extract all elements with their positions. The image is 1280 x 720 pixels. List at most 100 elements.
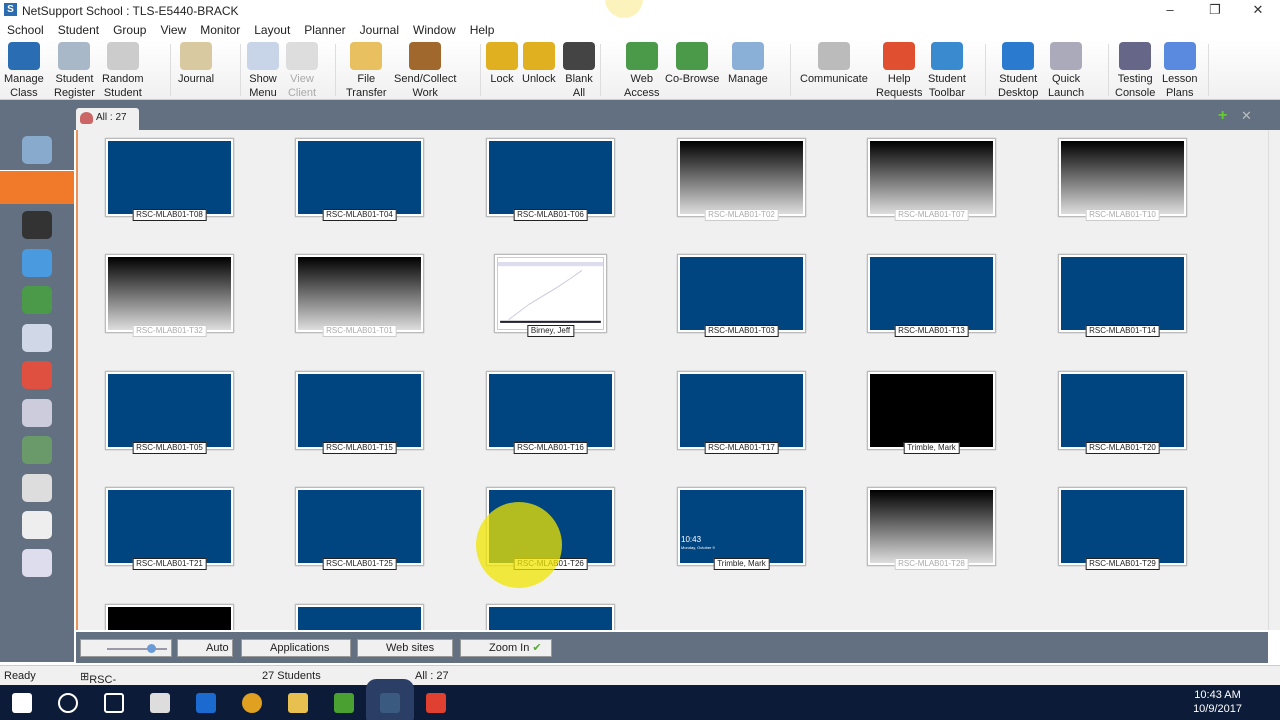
toolbar-co-browse-button[interactable]: Co-Browse [665,42,719,86]
student-thumbnail[interactable]: 10:43 Monday, October 9 Trimble, Mark [677,487,806,570]
auto-button[interactable]: Auto [177,639,233,657]
start-icon[interactable] [12,693,32,713]
student-thumbnail[interactable]: RSC-MLAB01-T14 [1058,254,1187,337]
toolbar-unlock-button[interactable]: Unlock [522,42,556,86]
student-thumbnail[interactable]: RSC-MLAB01-T28 [867,487,996,570]
help-icon[interactable] [22,248,52,277]
toolbar-random-student-button[interactable]: Random Student [102,42,144,100]
toolbar-show-menu-button[interactable]: Show Menu [247,42,279,100]
student-name-label: RSC-MLAB01-T06 [513,209,588,221]
student-thumbnail[interactable]: RSC-MLAB01-T02 [677,138,806,221]
menu-layout[interactable]: Layout [247,21,297,39]
student-thumbnail[interactable]: RSC-MLAB01-T01 [295,254,424,337]
applications-button[interactable]: Applications [241,639,351,657]
zoom-in-button[interactable]: Zoom In ✔ [460,639,552,657]
menu-journal[interactable]: Journal [353,21,406,39]
student-thumbnail[interactable]: Birney, Jeff [494,254,607,337]
toolbar-testing-console-button[interactable]: Testing Console [1115,42,1155,100]
restore-button[interactable]: ❐ [1193,0,1237,20]
add-group-icon[interactable]: + [1218,108,1227,124]
netsupport-icon[interactable] [380,693,400,713]
student-thumbnail[interactable]: RSC-MLAB01-T20 [1058,371,1187,454]
toolbar-send-collect-work-button[interactable]: Send/Collect Work [394,42,456,100]
menu-school[interactable]: School [0,21,51,39]
menu-student[interactable]: Student [51,21,106,39]
toolbar-student-desktop-button[interactable]: Student Desktop [998,42,1038,100]
camtasia-icon[interactable] [334,693,354,713]
student-thumbnail[interactable]: RSC-MLAB01-T04 [295,138,424,221]
student-thumbnail[interactable]: RSC-MLAB01-T29 [1058,487,1187,570]
toolbar-web-access-button[interactable]: Web Access [624,42,659,100]
student-thumbnail[interactable]: RSC-MLAB01-T05 [105,371,234,454]
zoom-slider[interactable] [80,639,172,657]
student-thumbnail[interactable]: RSC-MLAB01-T08 [105,138,234,221]
calculator-icon[interactable] [150,693,170,713]
toolbar-help-requests-button[interactable]: Help Requests [876,42,922,100]
toolbar-lesson-plans-button[interactable]: Lesson Plans [1162,42,1197,100]
student-thumbnail[interactable]: RSC-MLAB01-T06 [486,138,615,221]
student-name-label: RSC-MLAB01-T15 [322,442,397,454]
close-button[interactable]: ✕ [1236,0,1280,20]
toolbar-communicate-button[interactable]: Communicate [800,42,868,86]
student-thumbnail[interactable]: RSC-MLAB01-T21 [105,487,234,570]
chart-icon[interactable] [22,548,52,577]
disc-icon[interactable] [22,473,52,502]
student-thumbnail[interactable] [486,604,615,630]
menu-monitor[interactable]: Monitor [193,21,247,39]
toolbar-quick-launch-button[interactable]: Quick Launch [1048,42,1084,100]
student-thumbnail[interactable]: RSC-MLAB01-T07 [867,138,996,221]
application-icon[interactable] [22,323,52,352]
student-thumbnail[interactable]: RSC-MLAB01-T16 [486,371,615,454]
menu-bar: School Student Group View Monitor Layout Plann… [0,21,501,39]
toolbar-manage-class-button[interactable]: Manage Class [4,42,44,100]
student-thumbnail[interactable]: RSC-MLAB01-T17 [677,371,806,454]
student-thumbnail[interactable]: RSC-MLAB01-T15 [295,371,424,454]
toolbar-student-toolbar-button[interactable]: Student Toolbar [928,42,966,100]
menu-help[interactable]: Help [463,21,502,39]
toolbar-lock-button[interactable]: Lock [486,42,518,86]
status-students: 27 Students [262,670,321,682]
toolbar-view-client-button[interactable]: View Client [286,42,318,100]
home-icon[interactable] [22,136,52,164]
remove-group-icon[interactable]: ✕ [1241,109,1252,123]
toolbar-blank-all-button[interactable]: Blank All [563,42,595,100]
menu-planner[interactable]: Planner [297,21,352,39]
user-icon[interactable] [22,436,52,464]
student-name-label: RSC-MLAB01-T01 [322,325,397,337]
chrome-icon[interactable] [242,693,262,713]
keyboard-icon[interactable] [22,511,52,539]
vertical-scrollbar[interactable] [1268,130,1280,630]
menu-view[interactable]: View [153,21,193,39]
student-thumbnail[interactable]: RSC-MLAB01-T13 [867,254,996,337]
globe-icon[interactable] [22,286,52,314]
task-view-icon[interactable] [104,693,124,713]
toolbar-label: Launch [1048,87,1085,99]
headphones-icon[interactable] [22,211,52,239]
toolbar-student-register-button[interactable]: Student Register [54,42,95,100]
toolbar-file-transfer-button[interactable]: File Transfer [346,42,387,100]
camtasia-recorder-icon[interactable] [426,693,446,713]
student-thumbnail[interactable]: RSC-MLAB01-T10 [1058,138,1187,221]
file-explorer-icon[interactable] [288,693,308,713]
websites-button[interactable]: Web sites [357,639,453,657]
printer-icon[interactable] [22,398,52,427]
outlook-icon[interactable] [196,693,216,713]
toolbar-icon [486,42,518,70]
minimize-button[interactable]: – [1148,0,1192,20]
toolbar-manage-button[interactable]: Manage [728,42,768,86]
menu-group[interactable]: Group [106,21,153,39]
student-thumbnail[interactable]: Trimble, Mark [867,371,996,454]
student-thumbnail[interactable]: RSC-MLAB01-T25 [295,487,424,570]
toolbar-journal-button[interactable]: Journal [178,42,214,86]
toolbar-label: All [572,87,586,99]
student-thumbnail[interactable] [105,604,234,630]
search-icon[interactable] [58,693,78,713]
taskbar-clock[interactable]: 10:43 AM 10/9/2017 [1193,688,1242,716]
student-thumbnail[interactable]: RSC-MLAB01-T32 [105,254,234,337]
tab-all[interactable]: All : 27 [76,108,139,130]
toolbar-label: Client [287,87,317,99]
student-thumbnail[interactable]: RSC-MLAB01-T03 [677,254,806,337]
pie-chart-icon[interactable] [22,361,52,389]
menu-window[interactable]: Window [406,21,463,39]
student-thumbnail[interactable] [295,604,424,630]
